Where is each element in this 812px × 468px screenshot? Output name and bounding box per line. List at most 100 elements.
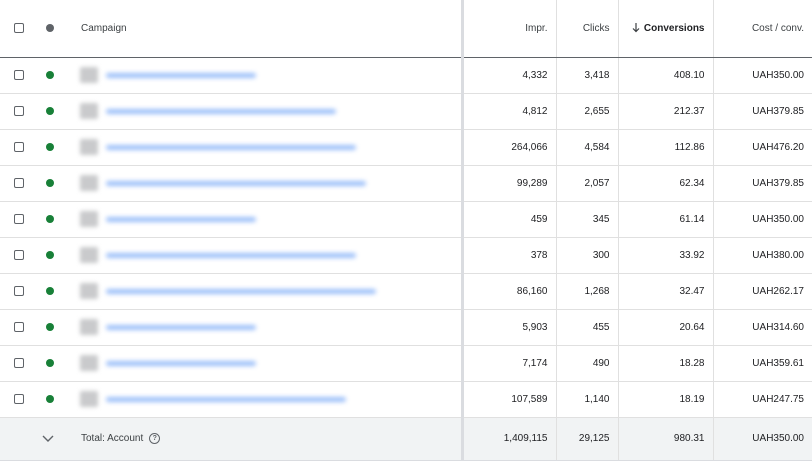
campaign-name-redacted[interactable] <box>68 67 461 83</box>
status-dot-icon <box>46 24 54 33</box>
select-all-cell[interactable] <box>0 0 36 58</box>
impr-header[interactable]: Impr. <box>460 0 556 58</box>
table-row[interactable]: 459 345 61.14 UAH350.00 <box>0 201 812 238</box>
select-all-checkbox[interactable] <box>14 23 24 34</box>
row-checkbox[interactable] <box>14 214 24 224</box>
table-row[interactable]: 7,174 490 18.28 UAH359.61 <box>0 345 812 382</box>
row-select-cell[interactable] <box>0 57 36 94</box>
row-checkbox[interactable] <box>14 358 24 368</box>
campaign-name-redacted[interactable] <box>68 283 461 299</box>
campaign-name-cell[interactable] <box>68 273 462 310</box>
row-select-cell[interactable] <box>0 93 36 130</box>
campaign-name-cell[interactable] <box>68 165 462 202</box>
row-checkbox[interactable] <box>14 322 24 332</box>
campaign-name-redacted[interactable] <box>68 211 461 227</box>
status-dot-icon <box>46 251 54 259</box>
status-dot-icon <box>46 395 54 403</box>
campaign-name-redacted[interactable] <box>68 175 461 191</box>
row-status-cell <box>36 93 68 130</box>
campaign-name-blur[interactable] <box>106 72 256 78</box>
campaign-type-icon <box>80 139 98 155</box>
clicks-cell: 300 <box>555 237 618 274</box>
campaign-name-redacted[interactable] <box>68 391 461 407</box>
row-status-cell <box>36 381 68 418</box>
clicks-cell: 3,418 <box>555 57 618 94</box>
row-checkbox[interactable] <box>14 394 24 404</box>
row-select-cell[interactable] <box>0 165 36 202</box>
campaign-name-redacted[interactable] <box>68 355 461 371</box>
campaign-name-blur[interactable] <box>106 180 366 186</box>
table-row[interactable]: 107,589 1,140 18.19 UAH247.75 <box>0 381 812 418</box>
impr-cell: 378 <box>460 237 556 274</box>
campaign-name-cell[interactable] <box>68 345 462 382</box>
table-row[interactable]: 4,812 2,655 212.37 UAH379.85 <box>0 93 812 130</box>
row-checkbox[interactable] <box>14 142 24 152</box>
clicks-header[interactable]: Clicks <box>555 0 618 58</box>
status-dot-icon <box>46 143 54 151</box>
campaign-name-blur[interactable] <box>106 252 356 258</box>
campaign-name-redacted[interactable] <box>68 319 461 335</box>
row-checkbox[interactable] <box>14 106 24 116</box>
status-header[interactable] <box>36 0 68 58</box>
campaign-name-redacted[interactable] <box>68 247 461 263</box>
campaign-name-redacted[interactable] <box>68 139 461 155</box>
campaign-name-cell[interactable] <box>68 309 462 346</box>
campaign-name-blur[interactable] <box>106 216 256 222</box>
chevron-down-icon[interactable] <box>42 435 54 443</box>
help-icon[interactable]: ? <box>149 432 161 444</box>
table-row[interactable]: 99,289 2,057 62.34 UAH379.85 <box>0 165 812 202</box>
clicks-cell: 1,140 <box>555 381 618 418</box>
row-select-cell[interactable] <box>0 237 36 274</box>
campaign-name-cell[interactable] <box>68 57 462 94</box>
row-checkbox[interactable] <box>14 178 24 188</box>
campaign-name-blur[interactable] <box>106 108 336 114</box>
table-row[interactable]: 86,160 1,268 32.47 UAH262.17 <box>0 273 812 310</box>
campaign-name-blur[interactable] <box>106 396 346 402</box>
row-checkbox[interactable] <box>14 250 24 260</box>
cost-conv-cell: UAH379.85 <box>712 165 812 202</box>
table-row[interactable]: 5,903 455 20.64 UAH314.60 <box>0 309 812 346</box>
campaign-name-cell[interactable] <box>68 201 462 238</box>
row-select-cell[interactable] <box>0 381 36 418</box>
conversions-cell: 18.28 <box>617 345 713 382</box>
impr-cell: 264,066 <box>460 129 556 166</box>
cost-conv-cell: UAH314.60 <box>712 309 812 346</box>
campaign-type-icon <box>80 211 98 227</box>
campaign-type-icon <box>80 283 98 299</box>
row-select-cell[interactable] <box>0 201 36 238</box>
total-impr: 1,409,115 <box>460 417 556 461</box>
campaign-name-cell[interactable] <box>68 129 462 166</box>
status-dot-icon <box>46 287 54 295</box>
impr-cell: 5,903 <box>460 309 556 346</box>
campaign-name-blur[interactable] <box>106 144 356 150</box>
row-checkbox[interactable] <box>14 70 24 80</box>
row-select-cell[interactable] <box>0 273 36 310</box>
expand-total-cell[interactable] <box>36 417 68 461</box>
status-dot-icon <box>46 359 54 367</box>
impr-cell: 459 <box>460 201 556 238</box>
campaign-name-cell[interactable] <box>68 381 462 418</box>
campaign-name-cell[interactable] <box>68 237 462 274</box>
row-select-cell[interactable] <box>0 345 36 382</box>
row-status-cell <box>36 237 68 274</box>
conversions-header-label: Conversions <box>643 22 705 34</box>
status-dot-icon <box>46 107 54 115</box>
cost-conv-header[interactable]: Cost / conv. <box>712 0 812 58</box>
row-select-cell[interactable] <box>0 129 36 166</box>
campaign-type-icon <box>80 319 98 335</box>
table-row[interactable]: 4,332 3,418 408.10 UAH350.00 <box>0 57 812 94</box>
table-row[interactable]: 264,066 4,584 112.86 UAH476.20 <box>0 129 812 166</box>
conversions-header[interactable]: Conversions <box>617 0 713 58</box>
row-select-cell[interactable] <box>0 309 36 346</box>
campaign-name-blur[interactable] <box>106 360 256 366</box>
table-row[interactable]: 378 300 33.92 UAH380.00 <box>0 237 812 274</box>
campaign-name-blur[interactable] <box>106 288 376 294</box>
clicks-cell: 4,584 <box>555 129 618 166</box>
row-checkbox[interactable] <box>14 286 24 296</box>
campaign-name-blur[interactable] <box>106 324 256 330</box>
campaign-name-cell[interactable] <box>68 93 462 130</box>
campaign-name-redacted[interactable] <box>68 103 461 119</box>
conversions-cell[interactable]: 112.86 <box>617 129 713 166</box>
conversions-cell: 61.14 <box>617 201 713 238</box>
campaign-header[interactable]: Campaign <box>68 0 462 58</box>
